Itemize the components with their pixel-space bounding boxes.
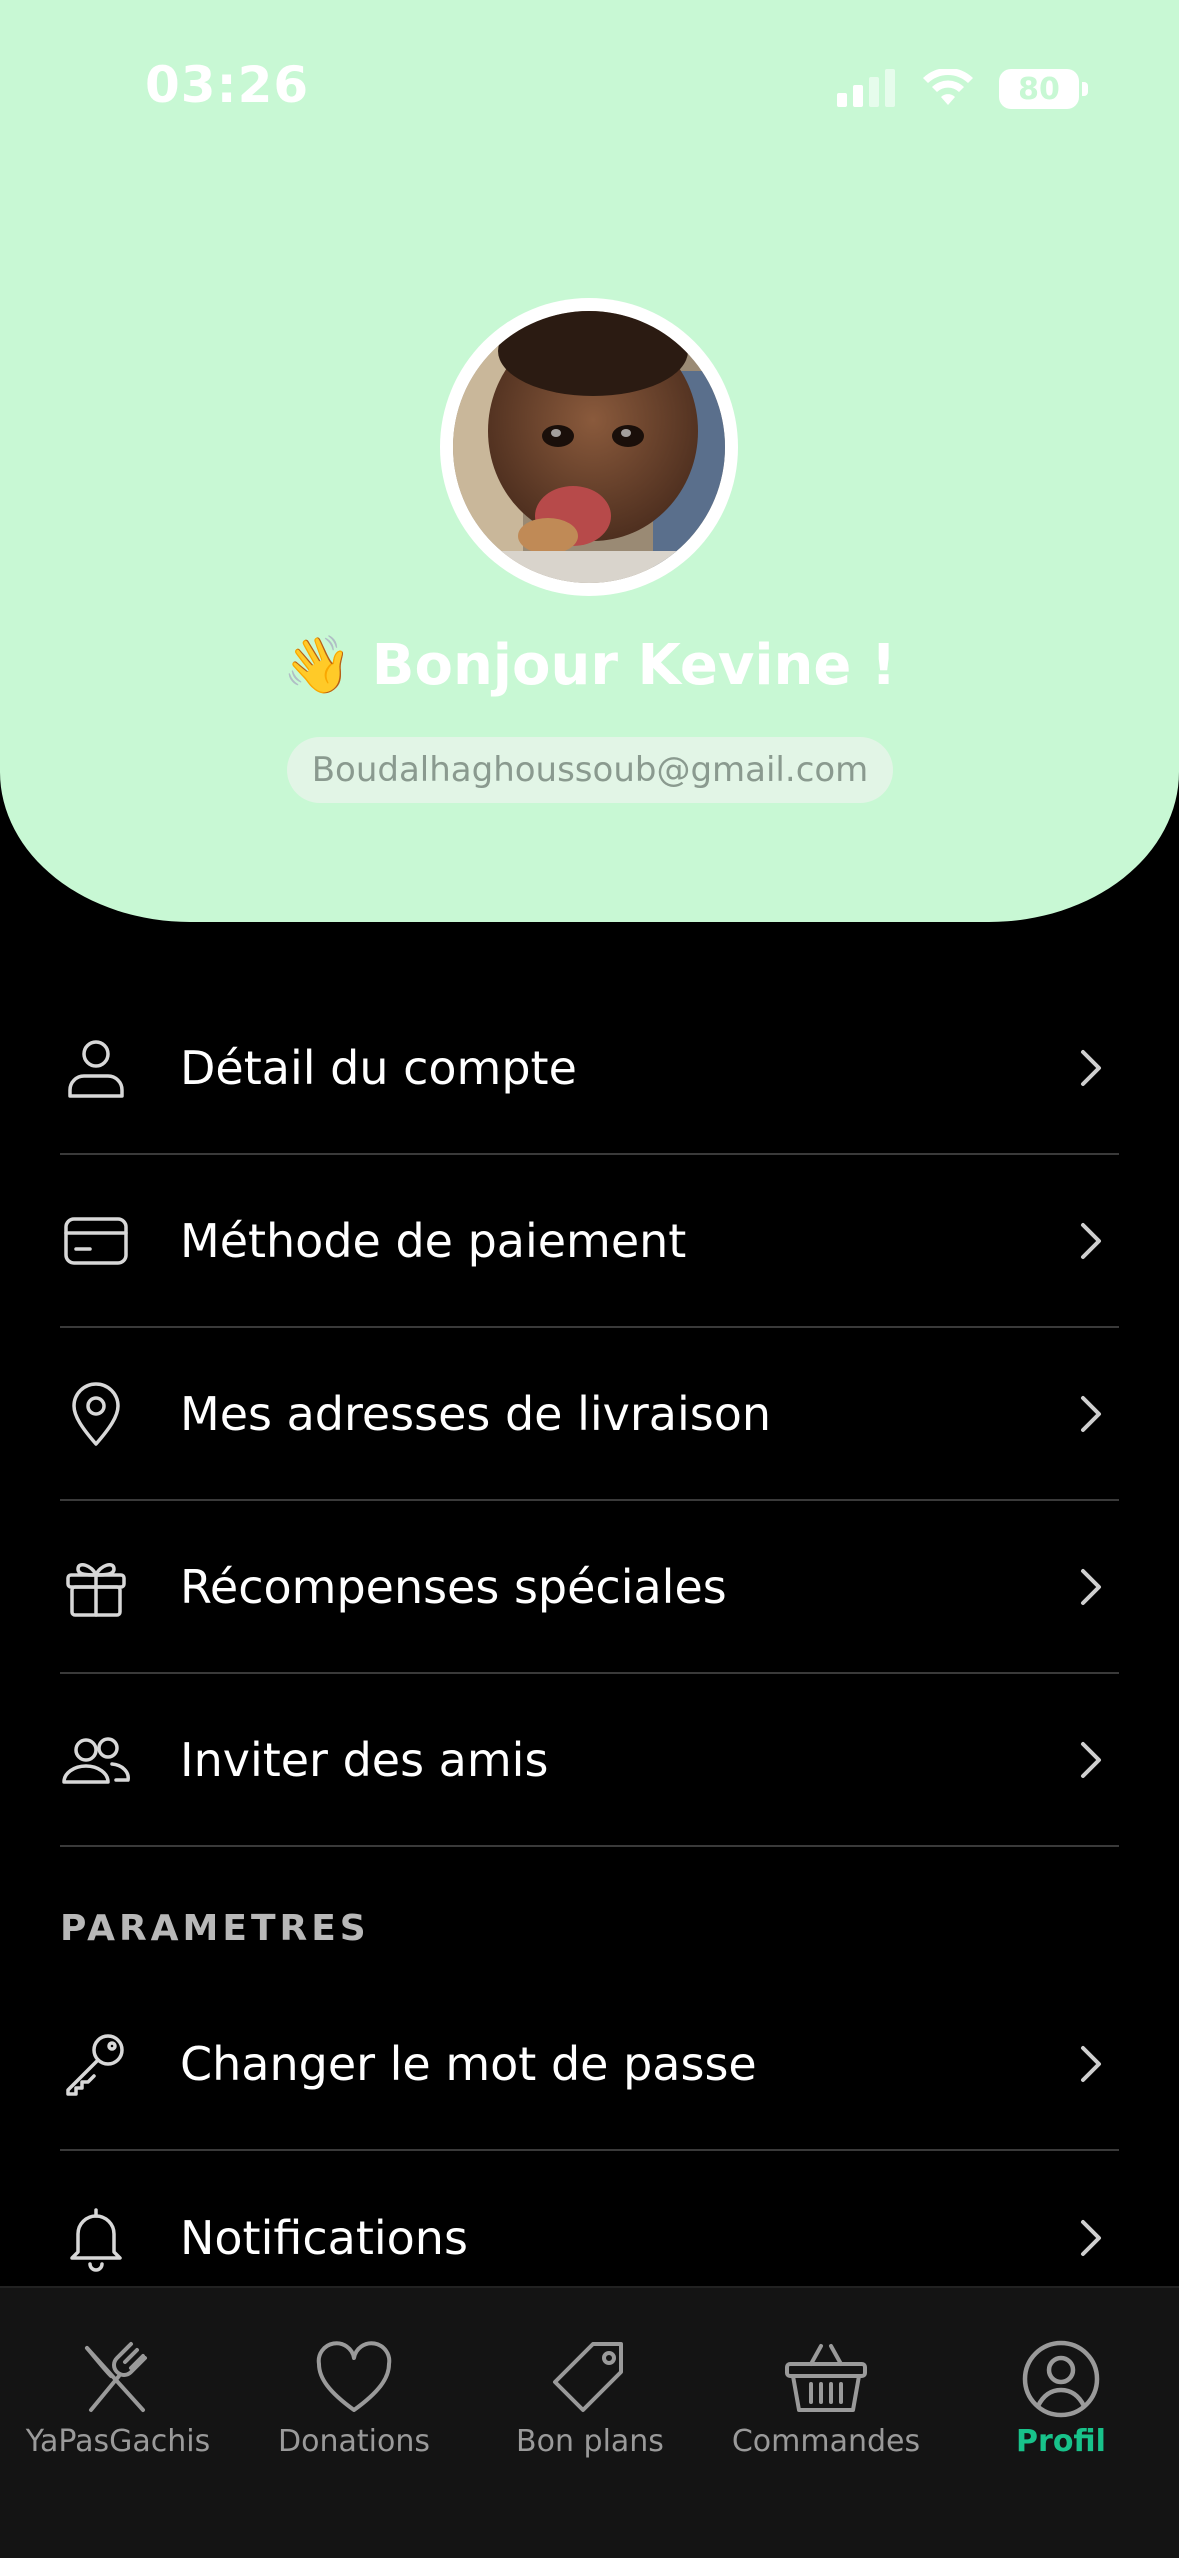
menu-item-label: Mes adresses de livraison [180, 1387, 772, 1441]
settings-section-title: PARAMETRES [60, 1908, 370, 1949]
tab-label: Bon plans [516, 2424, 664, 2459]
users-icon [62, 1737, 130, 1784]
menu-item-invite-friends[interactable]: Inviter des amis [60, 1675, 1119, 1847]
chevron-right-icon [1081, 1742, 1101, 1778]
chevron-right-icon [1081, 2046, 1101, 2082]
tab-label: Profil [1016, 2424, 1106, 2459]
tab-profil[interactable]: Profil [943, 2288, 1179, 2488]
map-pin-icon [72, 1382, 120, 1446]
chevron-right-icon [1081, 1569, 1101, 1605]
menu-item-payment-method[interactable]: Méthode de paiement [60, 1156, 1119, 1328]
avatar-image [453, 311, 725, 583]
profile-header: 03:26 80 👋 Bonjour Kevine ! Boudalhaghou… [0, 0, 1179, 922]
tab-yapasgachis[interactable]: YaPasGachis [0, 2288, 236, 2488]
basket-icon [785, 2344, 867, 2412]
bottom-tab-bar: YaPasGachis Donations Bon plans Commande… [0, 2286, 1179, 2558]
user-circle-icon [1022, 2340, 1100, 2418]
tab-label: YaPasGachis [25, 2424, 211, 2459]
chevron-right-icon [1081, 1050, 1101, 1086]
tab-label: Donations [278, 2424, 430, 2459]
chevron-right-icon [1081, 2220, 1101, 2256]
greeting: 👋 Bonjour Kevine ! [0, 632, 1179, 698]
email-badge: Boudalhaghoussoub@gmail.com [287, 737, 893, 803]
menu-item-label: Récompenses spéciales [180, 1560, 727, 1614]
key-icon [66, 2034, 124, 2096]
menu-item-label: Changer le mot de passe [180, 2037, 757, 2091]
credit-card-icon [64, 1217, 128, 1265]
utensils-icon [85, 2342, 147, 2412]
tag-icon [553, 2342, 623, 2412]
menu-item-label: Inviter des amis [180, 1733, 549, 1787]
tab-commandes[interactable]: Commandes [708, 2288, 944, 2488]
menu-item-label: Détail du compte [180, 1041, 577, 1095]
waving-hand-icon: 👋 [282, 633, 353, 698]
menu-item-account-details[interactable]: Détail du compte [60, 983, 1119, 1155]
status-bar: 03:26 80 [0, 0, 1179, 170]
tab-label: Commandes [731, 2424, 921, 2459]
wifi-icon [923, 69, 973, 105]
menu-item-delivery-addresses[interactable]: Mes adresses de livraison [60, 1329, 1119, 1501]
greeting-text: Bonjour Kevine ! [371, 633, 897, 698]
chevron-right-icon [1081, 1223, 1101, 1259]
battery-indicator: 80 [999, 69, 1088, 109]
gift-icon [66, 1563, 126, 1617]
heart-icon [316, 2341, 392, 2412]
signal-icon [837, 69, 895, 107]
chevron-right-icon [1081, 1396, 1101, 1432]
menu-item-label: Méthode de paiement [180, 1214, 687, 1268]
avatar[interactable] [440, 298, 738, 596]
tab-bon-plans[interactable]: Bon plans [472, 2288, 708, 2488]
bell-icon [70, 2208, 122, 2272]
status-time: 03:26 [145, 56, 310, 114]
user-icon [68, 1040, 124, 1098]
menu-item-label: Notifications [180, 2211, 468, 2265]
menu-item-special-rewards[interactable]: Récompenses spéciales [60, 1502, 1119, 1674]
tab-donations[interactable]: Donations [236, 2288, 472, 2488]
menu-item-change-password[interactable]: Changer le mot de passe [60, 1979, 1119, 2151]
status-icons: 80 [835, 64, 1088, 114]
